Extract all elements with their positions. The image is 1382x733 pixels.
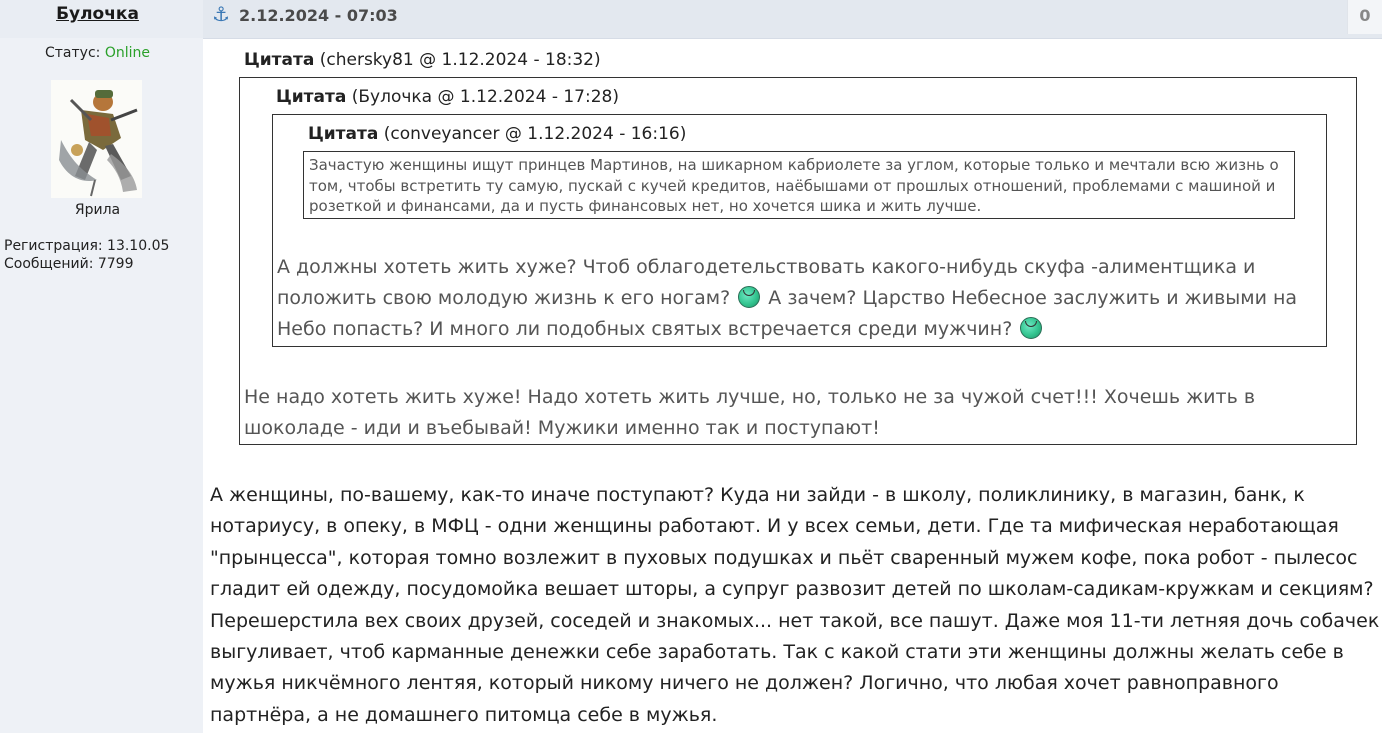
post-rating[interactable]: 0 xyxy=(1347,0,1382,34)
username-link[interactable]: Булочка xyxy=(0,4,195,24)
user-status: Статус: Online xyxy=(0,45,195,61)
smiley-icon xyxy=(738,286,761,308)
avatar-image xyxy=(51,80,142,198)
quote-text-conveyancer: Зачастую женщины ищут принцев Мартинов, … xyxy=(303,151,1295,219)
message-count: Сообщений: 7799 xyxy=(4,256,134,272)
status-label: Статус: xyxy=(45,45,101,61)
quote-text-bulochka: А должны хотеть жить хуже? Чтоб облагоде… xyxy=(277,252,1322,345)
registration-date: Регистрация: 13.10.05 xyxy=(4,238,170,254)
quote-header-conveyancer: Цитата (conveyancer @ 1.12.2024 - 16:16) xyxy=(308,124,686,144)
smiley-icon xyxy=(1020,317,1043,339)
quote-header-bulochka: Цитата (Булочка @ 1.12.2024 - 17:28) xyxy=(276,87,619,107)
quote-meta: (conveyancer @ 1.12.2024 - 16:16) xyxy=(383,124,687,144)
quote-text-chersky81: Не надо хотеть жить хуже! Надо хотеть жи… xyxy=(244,386,1256,439)
quote-label: Цитата xyxy=(276,87,347,107)
avatar xyxy=(51,80,142,198)
quote-label: Цитата xyxy=(244,50,315,70)
post-date: 2.12.2024 - 07:03 xyxy=(239,6,398,25)
anchor-icon[interactable]: ⚓ xyxy=(212,2,230,26)
quote-meta: (chersky81 @ 1.12.2024 - 18:32) xyxy=(319,50,601,70)
user-rank: Ярила xyxy=(74,202,121,218)
status-online: Online xyxy=(104,45,150,61)
quote-label: Цитата xyxy=(308,124,379,144)
post-body: А женщины, по-вашему, как-то иначе посту… xyxy=(210,484,1380,726)
user-stats: Регистрация: 13.10.05 Сообщений: 7799 xyxy=(4,237,169,273)
quote-meta: (Булочка @ 1.12.2024 - 17:28) xyxy=(351,87,619,107)
post-header: ⚓ 2.12.2024 - 07:03 0 xyxy=(203,0,1382,39)
quote-header-chersky81: Цитата (chersky81 @ 1.12.2024 - 18:32) xyxy=(244,50,601,70)
